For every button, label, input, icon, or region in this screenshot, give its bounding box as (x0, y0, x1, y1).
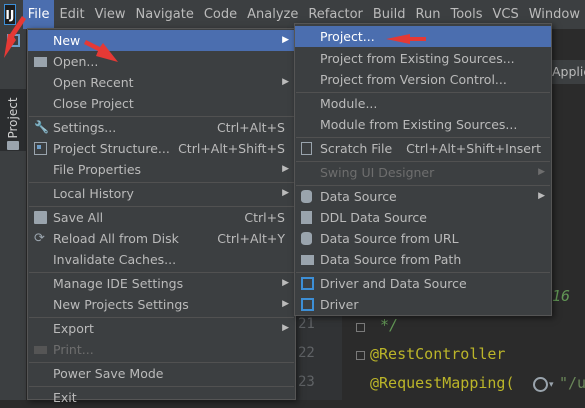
annotation-arrow-file (4, 16, 26, 58)
annotation-arrow-project (386, 34, 426, 44)
annotation-arrows (4, 16, 426, 62)
annotation-arrow-new (84, 40, 118, 62)
